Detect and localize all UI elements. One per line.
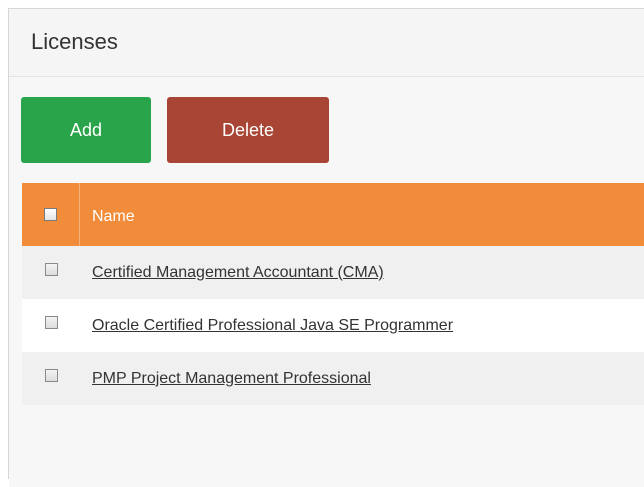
row-checkbox-cell (22, 299, 80, 352)
row-name-cell: PMP Project Management Professional (80, 370, 371, 388)
table-row: PMP Project Management Professional (22, 352, 644, 405)
panel-title: Licenses (31, 29, 118, 54)
header-checkbox-cell (22, 183, 80, 246)
table-row: Certified Management Accountant (CMA) (22, 246, 644, 299)
row-name-cell: Oracle Certified Professional Java SE Pr… (80, 317, 453, 335)
row-checkbox-cell (22, 246, 80, 299)
delete-button[interactable]: Delete (167, 97, 329, 163)
licenses-table: Name Certified Management Accountant (CM… (22, 183, 644, 405)
table-header-row: Name (22, 183, 644, 246)
column-header-name[interactable]: Name (80, 204, 135, 226)
panel-header: Licenses (9, 9, 644, 77)
add-button[interactable]: Add (21, 97, 151, 163)
table-row: Oracle Certified Professional Java SE Pr… (22, 299, 644, 352)
license-link[interactable]: Certified Management Accountant (CMA) (92, 264, 384, 281)
row-checkbox[interactable] (44, 369, 58, 382)
row-checkbox[interactable] (44, 263, 58, 276)
license-link[interactable]: PMP Project Management Professional (92, 370, 371, 387)
row-name-cell: Certified Management Accountant (CMA) (80, 264, 384, 282)
select-all-checkbox[interactable] (44, 208, 57, 221)
row-checkbox-cell (22, 352, 80, 405)
license-link[interactable]: Oracle Certified Professional Java SE Pr… (92, 317, 453, 334)
row-checkbox[interactable] (44, 316, 58, 329)
